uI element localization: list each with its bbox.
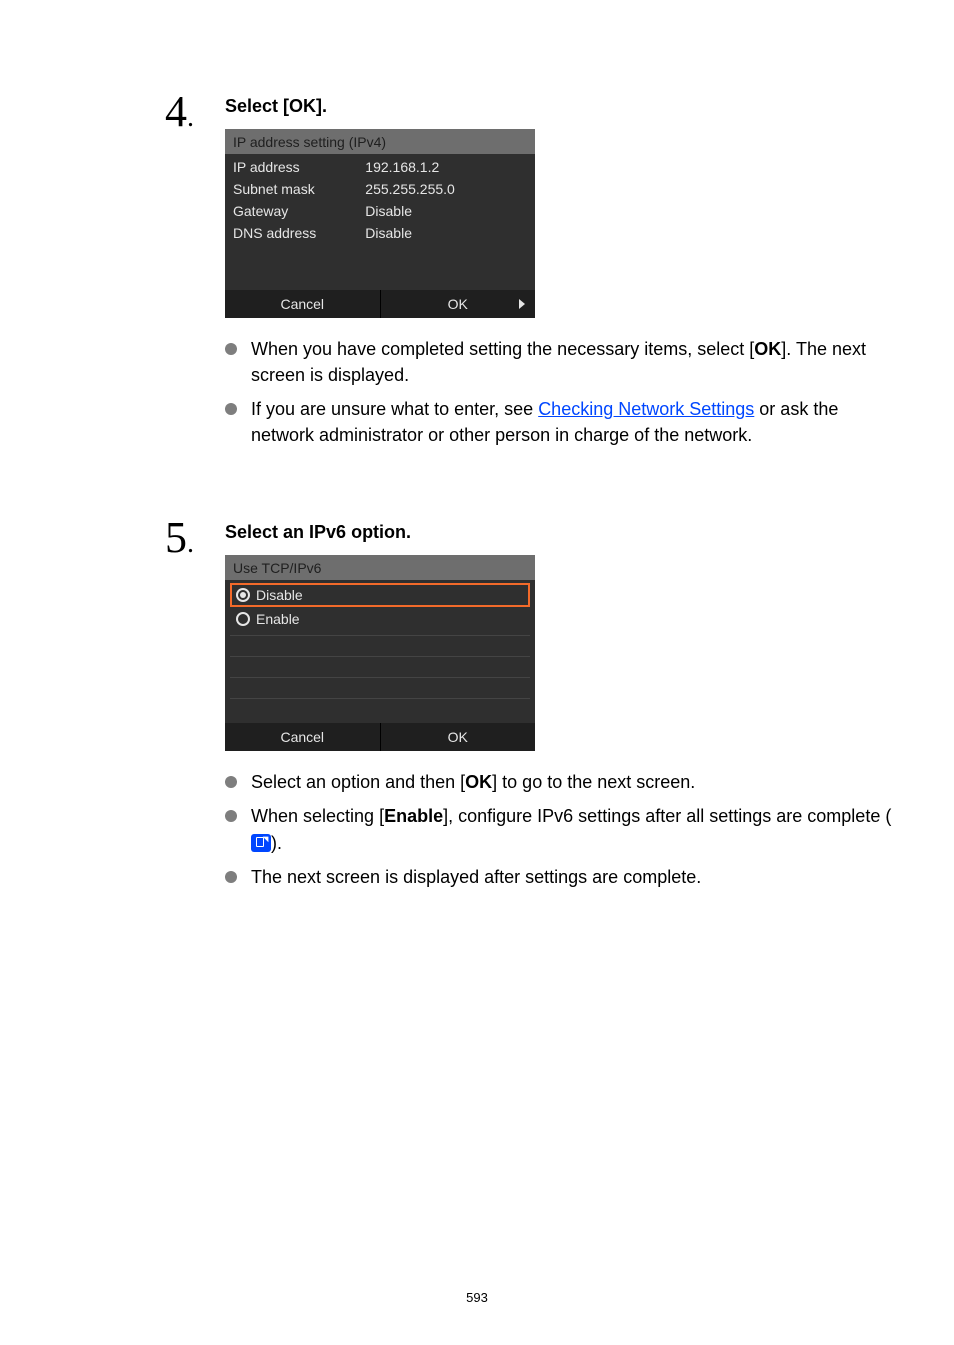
step-4-title: Select [OK]. [225, 96, 894, 117]
step-5-bullet-1-pre: Select an option and then [ [251, 772, 465, 792]
ipv6-screenshot: Use TCP/IPv6 Disable Enable [225, 555, 535, 751]
bullet-icon [225, 776, 237, 788]
step-5-bullet-2-pre: When selecting [ [251, 806, 384, 826]
row-dns-address-value: Disable [365, 225, 527, 241]
ipv6-option-enable-label: Enable [256, 611, 300, 627]
step-4-bullets: When you have completed setting the nece… [225, 336, 894, 448]
play-icon [519, 299, 525, 309]
ipv4-shot-rows: IP address 192.168.1.2 Subnet mask 255.2… [225, 154, 535, 290]
step-5-bullet-1: Select an option and then [OK] to go to … [225, 769, 894, 795]
ipv6-option-enable: Enable [230, 607, 530, 631]
bullet-icon [225, 403, 237, 415]
step-4-digit: 4 [165, 87, 187, 136]
step-5-bullets: Select an option and then [OK] to go to … [225, 769, 894, 889]
empty-line [230, 677, 530, 698]
step-5-bullet-1-bold: OK [465, 772, 492, 792]
ipv6-ok-button: OK [380, 723, 536, 751]
radio-selected-icon [236, 588, 250, 602]
step-5-bullet-3: The next screen is displayed after setti… [225, 864, 894, 890]
step-5-bullet-2-mid: ], configure IPv6 settings after all set… [443, 806, 891, 826]
ipv6-shot-footer: Cancel OK [225, 723, 535, 751]
row-gateway-label: Gateway [233, 203, 365, 219]
step-5-body: Select an IPv6 option. Use TCP/IPv6 Disa… [225, 516, 954, 897]
ipv6-options: Disable Enable [225, 580, 535, 635]
row-ip-address: IP address 192.168.1.2 [233, 156, 527, 178]
step-4-dot: . [187, 102, 194, 133]
step-5-number: 5. [165, 516, 225, 560]
ipv4-screenshot: IP address setting (IPv4) IP address 192… [225, 129, 535, 318]
row-dns-address-label: DNS address [233, 225, 365, 241]
link-ref-icon [251, 834, 271, 852]
bullet-icon [225, 810, 237, 822]
ipv4-ok-label: OK [448, 296, 468, 312]
step-5: 5. Select an IPv6 option. Use TCP/IPv6 D… [0, 516, 954, 897]
bullet-icon [225, 343, 237, 355]
ipv4-shot-title: IP address setting (IPv4) [225, 129, 535, 154]
row-ip-address-value: 192.168.1.2 [365, 159, 527, 175]
ipv4-empty-area [233, 244, 527, 280]
ipv6-empty-lines [225, 635, 535, 723]
ipv4-ok-button: OK [380, 290, 536, 318]
bullet-icon [225, 871, 237, 883]
row-subnet-mask-label: Subnet mask [233, 181, 365, 197]
ipv6-option-disable: Disable [230, 583, 530, 607]
step-5-title: Select an IPv6 option. [225, 522, 894, 543]
step-4-bullet-2-pre: If you are unsure what to enter, see [251, 399, 538, 419]
step-5-digit: 5 [165, 513, 187, 562]
step-5-bullet-2-bold: Enable [384, 806, 443, 826]
step-4-number: 4. [165, 90, 225, 134]
empty-line [230, 698, 530, 719]
ipv6-shot-title: Use TCP/IPv6 [225, 555, 535, 580]
ipv6-cancel-button: Cancel [225, 723, 380, 751]
step-4-bullet-1-bold: OK [754, 339, 781, 359]
row-dns-address: DNS address Disable [233, 222, 527, 244]
radio-unselected-icon [236, 612, 250, 626]
step-5-bullet-1-post: ] to go to the next screen. [492, 772, 695, 792]
step-4: 4. Select [OK]. IP address setting (IPv4… [0, 90, 954, 456]
step-5-dot: . [187, 528, 194, 559]
step-5-bullet-3-text: The next screen is displayed after setti… [251, 867, 701, 887]
row-gateway-value: Disable [365, 203, 527, 219]
empty-line [230, 656, 530, 677]
ipv4-shot-footer: Cancel OK [225, 290, 535, 318]
ipv6-option-disable-label: Disable [256, 587, 303, 603]
row-subnet-mask: Subnet mask 255.255.255.0 [233, 178, 527, 200]
step-4-body: Select [OK]. IP address setting (IPv4) I… [225, 90, 954, 456]
row-gateway: Gateway Disable [233, 200, 527, 222]
row-subnet-mask-value: 255.255.255.0 [365, 181, 527, 197]
checking-network-settings-link[interactable]: Checking Network Settings [538, 399, 754, 419]
ipv4-cancel-button: Cancel [225, 290, 380, 318]
step-4-bullet-2: If you are unsure what to enter, see Che… [225, 396, 894, 448]
step-4-bullet-1-pre: When you have completed setting the nece… [251, 339, 754, 359]
step-5-bullet-2-post: ). [271, 833, 282, 853]
page-number: 593 [0, 1290, 954, 1305]
ipv6-settings-link-icon[interactable] [251, 833, 271, 853]
step-5-bullet-2: When selecting [Enable], configure IPv6 … [225, 803, 894, 855]
step-4-bullet-1: When you have completed setting the nece… [225, 336, 894, 388]
empty-line [230, 635, 530, 656]
row-ip-address-label: IP address [233, 159, 365, 175]
